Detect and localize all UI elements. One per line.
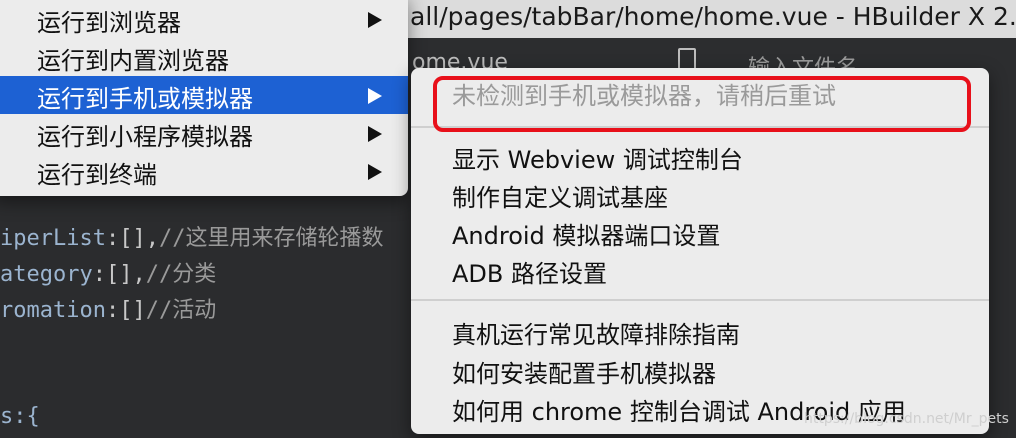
run-submenu: 运行到浏览器 运行到内置浏览器 运行到手机或模拟器 运行到小程序模拟器 运行到终…	[0, 0, 408, 196]
chevron-right-icon	[368, 164, 382, 180]
menu-item-webview-console[interactable]: 显示 Webview 调试控制台	[452, 140, 743, 175]
chevron-right-icon	[368, 12, 382, 28]
menu-item-run-builtin-browser[interactable]: 运行到内置浏览器	[0, 38, 408, 76]
watermark-text: https://blog.csdn.net/Mr_pets	[804, 411, 1009, 427]
menu-item-adb-path[interactable]: ADB 路径设置	[452, 254, 607, 289]
menu-item-run-miniprogram[interactable]: 运行到小程序模拟器	[0, 114, 408, 152]
menu-item-run-device[interactable]: 运行到手机或模拟器	[0, 76, 408, 114]
menu-divider	[411, 299, 989, 301]
menu-item-emulator-port[interactable]: Android 模拟器端口设置	[452, 216, 720, 251]
chevron-right-icon	[368, 126, 382, 142]
code-line: iperList:[],//这里用来存储轮播数	[0, 226, 384, 251]
menu-item-run-browser[interactable]: 运行到浏览器	[0, 0, 408, 38]
menu-item-troubleshoot-guide[interactable]: 真机运行常见故障排除指南	[452, 315, 740, 350]
code-line: s:{	[0, 404, 40, 429]
code-line: romation:[]//活动	[0, 298, 217, 323]
menu-item-custom-base[interactable]: 制作自定义调试基座	[452, 178, 668, 213]
menu-item-run-terminal[interactable]: 运行到终端	[0, 152, 408, 190]
window-title: all/pages/tabBar/home/home.vue - HBuilde…	[410, 2, 1016, 31]
code-line: ategory:[],//分类	[0, 262, 217, 287]
file-icon	[678, 48, 696, 70]
chevron-right-icon	[368, 88, 382, 104]
red-highlight-annotation	[433, 76, 971, 132]
menu-item-emulator-install-guide[interactable]: 如何安装配置手机模拟器	[452, 354, 716, 389]
